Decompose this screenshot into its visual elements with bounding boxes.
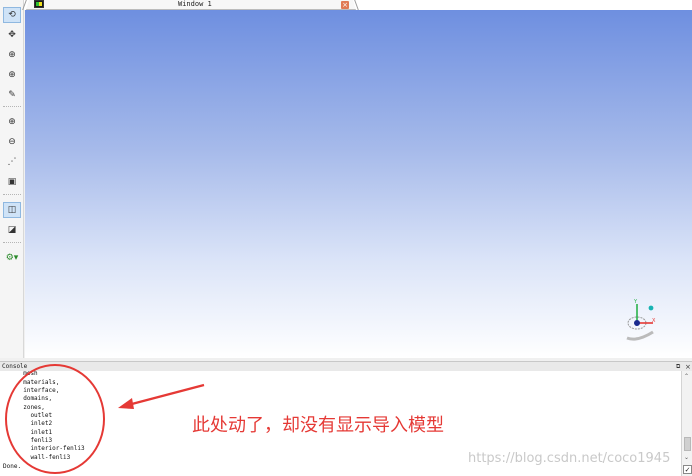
axis-x-label: X <box>652 318 656 324</box>
pan-icon[interactable]: ✥ <box>3 27 21 43</box>
tab-close-icon[interactable]: × <box>341 1 349 9</box>
distance-icon[interactable]: ⋰ <box>3 154 21 170</box>
zoom-to-fit-icon[interactable]: ⊕ <box>3 114 21 130</box>
scroll-up-icon[interactable]: ⌃ <box>684 373 689 380</box>
scroll-down-icon[interactable]: ⌄ <box>684 454 689 461</box>
graphics-viewport[interactable]: Y X <box>25 10 692 358</box>
rotate-view-icon[interactable]: ⟲ <box>3 7 21 23</box>
toolbar-separator <box>3 242 21 243</box>
toolbar-separator <box>3 194 21 195</box>
annotation-ellipse <box>5 364 105 474</box>
view-options-icon[interactable]: ⚙▾ <box>3 250 21 266</box>
perspective-icon[interactable]: ◪ <box>3 222 21 238</box>
fluent-app-icon <box>34 0 44 8</box>
annotation-text: 此处动了，却没有显示导入模型 <box>192 415 444 436</box>
orthographic-icon[interactable]: ◫ <box>3 202 21 218</box>
left-toolbar: ⟲ ✥ ⊕ ⊕ ✎ ⊕ ⊖ ⋰ ▣ ◫ ◪ ⚙▾ <box>0 0 24 358</box>
zoom-out-icon[interactable]: ⊖ <box>3 134 21 150</box>
screenshot-icon[interactable]: ▣ <box>3 174 21 190</box>
zoom-in-icon[interactable]: ⊕ <box>3 67 21 83</box>
annotation-arrow-icon <box>118 383 205 409</box>
tab-title: Window 1 <box>178 0 212 8</box>
axis-triad-icon: Y X <box>626 299 656 341</box>
probe-icon[interactable]: ✎ <box>3 87 21 103</box>
toolbar-separator <box>3 106 21 107</box>
autoscroll-checkbox[interactable]: ✓ <box>683 465 692 474</box>
watermark: https://blog.csdn.net/coco1945 <box>468 451 671 466</box>
console-line: Done. <box>3 463 22 470</box>
console-scrollbar[interactable]: ⌃ ⌄ ✓ <box>681 371 692 476</box>
console-header: Console ⧉ × <box>0 361 692 371</box>
zoom-icon[interactable]: ⊕ <box>3 47 21 63</box>
scroll-thumb[interactable] <box>684 437 691 451</box>
